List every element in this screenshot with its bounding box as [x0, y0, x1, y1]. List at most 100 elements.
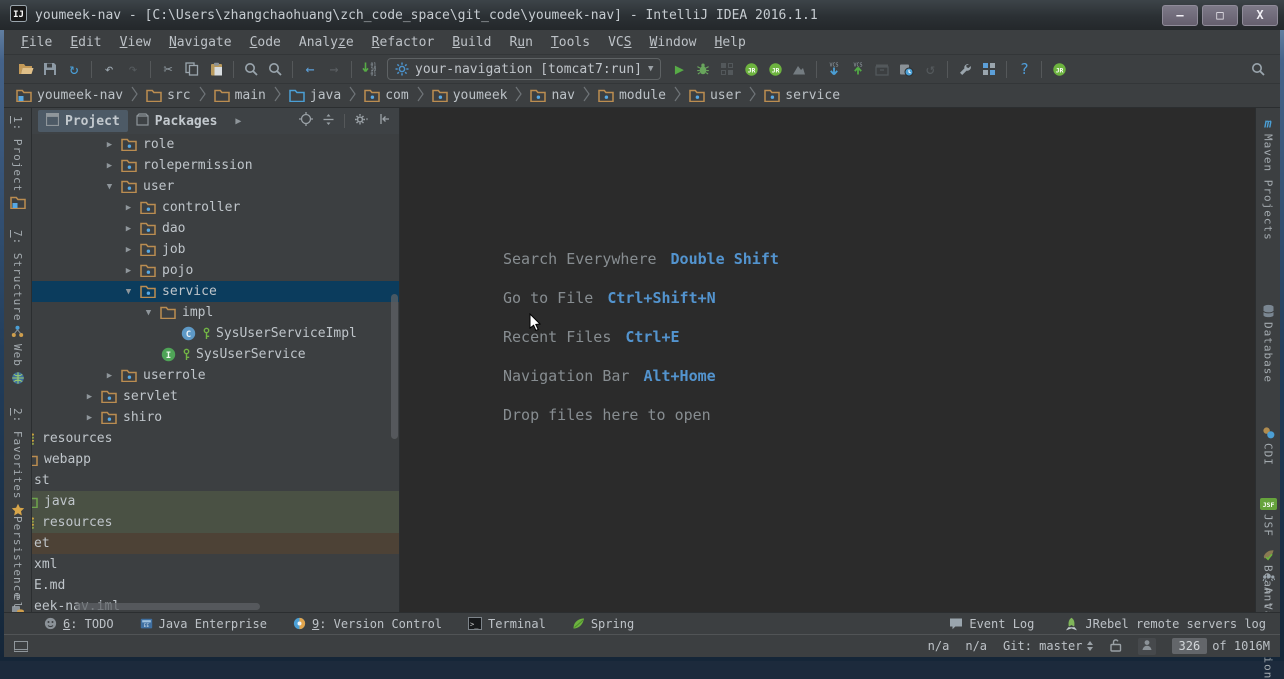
shelve-icon[interactable]: [870, 58, 894, 80]
menu-analyze[interactable]: Analyze: [290, 32, 363, 53]
menu-window[interactable]: Window: [641, 32, 706, 53]
tree-row-servlet[interactable]: ▶servlet: [32, 386, 399, 407]
cut-icon[interactable]: ✂: [156, 58, 180, 80]
tree-row-java[interactable]: java: [32, 491, 399, 512]
tree-row-shiro[interactable]: ▶shiro: [32, 407, 399, 428]
breadcrumb-main[interactable]: main: [212, 88, 268, 103]
tree-row-controller[interactable]: ▶controller: [32, 197, 399, 218]
back-icon[interactable]: ←: [298, 58, 322, 80]
tree-row-service[interactable]: ▼service: [32, 281, 399, 302]
replace-icon[interactable]: [263, 58, 287, 80]
collapse-all-icon[interactable]: [322, 113, 335, 130]
recent-changes-icon[interactable]: [894, 58, 918, 80]
synchronize-icon[interactable]: ↻: [62, 58, 86, 80]
rollback-icon[interactable]: ↺: [918, 58, 942, 80]
minimize-button[interactable]: –: [1162, 5, 1198, 26]
tree-row-SysUserService[interactable]: ISysUserService: [32, 344, 399, 365]
debug-icon[interactable]: [691, 58, 715, 80]
toolwindow-button-terminal[interactable]: >_Terminal: [468, 617, 546, 631]
paste-icon[interactable]: [204, 58, 228, 80]
tab-packages[interactable]: Packages: [128, 110, 226, 132]
expand-arrow-icon[interactable]: ▶: [104, 371, 115, 381]
toolwindow-button-java-enterprise[interactable]: EEJava Enterprise: [140, 617, 267, 631]
project-structure-icon[interactable]: [977, 58, 1001, 80]
memory-indicator[interactable]: 326 of 1016M: [1172, 638, 1270, 654]
breadcrumb-nav[interactable]: nav: [528, 88, 576, 103]
tree-horizontal-scrollbar[interactable]: [75, 603, 260, 610]
run-config-selector[interactable]: your-navigation [tomcat7:run]▼: [387, 58, 661, 80]
git-branch-widget[interactable]: Git: master: [1003, 639, 1093, 653]
tool-stripe-cdi[interactable]: CDI: [1256, 426, 1280, 466]
search-everywhere-icon[interactable]: [1246, 58, 1270, 80]
save-all-icon[interactable]: [38, 58, 62, 80]
expand-arrow-icon[interactable]: ▶: [84, 413, 95, 423]
expand-arrow-icon[interactable]: ▶: [123, 203, 134, 213]
menu-run[interactable]: Run: [500, 32, 541, 53]
tree-row-impl[interactable]: ▼impl: [32, 302, 399, 323]
tree-row-userrole[interactable]: ▶userrole: [32, 365, 399, 386]
toolwindow-button-jrebel-remote-servers-log[interactable]: JRebel remote servers log: [1064, 617, 1266, 631]
tool-stripe-el[interactable]: el: [4, 594, 31, 609]
breadcrumb-src[interactable]: src: [144, 88, 192, 103]
settings-wrench-icon[interactable]: [953, 58, 977, 80]
jrebel-sync-icon[interactable]: JR: [1047, 58, 1071, 80]
open-icon[interactable]: [14, 58, 38, 80]
vcs-update-icon[interactable]: VCS: [822, 58, 846, 80]
menu-code[interactable]: Code: [241, 32, 290, 53]
expand-arrow-icon[interactable]: ▶: [104, 140, 115, 150]
tool-stripe-web[interactable]: Web: [4, 344, 31, 385]
tree-row-resources[interactable]: resources: [32, 428, 399, 449]
menu-navigate[interactable]: Navigate: [160, 32, 241, 53]
toolwindow-button-spring[interactable]: Spring: [572, 617, 634, 631]
tree-row-SysUserServiceImpl[interactable]: CSysUserServiceImpl: [32, 323, 399, 344]
collapse-arrow-icon[interactable]: ▼: [143, 308, 154, 318]
find-icon[interactable]: [239, 58, 263, 80]
profiler-icon[interactable]: [787, 58, 811, 80]
tool-stripe-jsf[interactable]: JSFJSF: [1256, 498, 1280, 537]
tree-row-E.md[interactable]: E.md: [32, 575, 399, 596]
menu-build[interactable]: Build: [443, 32, 500, 53]
lock-open-icon[interactable]: [1110, 638, 1122, 655]
collapse-arrow-icon[interactable]: ▼: [123, 287, 134, 297]
gear-icon[interactable]: [354, 113, 370, 130]
tool-stripe-database[interactable]: Database: [1256, 304, 1280, 383]
toolwindow-button-6-todo[interactable]: 6: TODO: [44, 617, 114, 631]
breadcrumb-java[interactable]: java: [287, 88, 343, 103]
locate-icon[interactable]: [299, 112, 313, 130]
tool-stripe-ant[interactable]: Ant: [1256, 570, 1280, 610]
tool-stripe-maven-projects[interactable]: mMaven Projects: [1256, 116, 1280, 241]
tab-project[interactable]: Project: [38, 110, 128, 132]
tree-row-et[interactable]: et: [32, 533, 399, 554]
coverage-icon[interactable]: [715, 58, 739, 80]
expand-arrow-icon[interactable]: ▶: [104, 161, 115, 171]
tree-row-rolepermission[interactable]: ▶rolepermission: [32, 155, 399, 176]
breadcrumb-service[interactable]: service: [762, 88, 842, 103]
menu-edit[interactable]: Edit: [61, 32, 110, 53]
tool-stripe-7-structure[interactable]: 7: Structure: [4, 230, 31, 338]
hector-icon[interactable]: [1138, 638, 1156, 655]
more-tabs-icon[interactable]: ▶: [235, 116, 241, 127]
menu-file[interactable]: File: [12, 32, 61, 53]
help-icon[interactable]: ?: [1012, 58, 1036, 80]
undo-icon[interactable]: ↶: [97, 58, 121, 80]
hide-panel-icon[interactable]: [379, 113, 391, 129]
toolwindow-button-event-log[interactable]: Event Log: [949, 617, 1034, 631]
expand-arrow-icon[interactable]: ▶: [123, 266, 134, 276]
forward-icon[interactable]: →: [322, 58, 346, 80]
breadcrumb-module[interactable]: module: [596, 88, 668, 103]
tree-row-xml[interactable]: xml: [32, 554, 399, 575]
jrebel-run-icon[interactable]: JR: [739, 58, 763, 80]
tree-vertical-scrollbar[interactable]: [391, 294, 398, 439]
expand-arrow-icon[interactable]: ▶: [84, 392, 95, 402]
tree-row-user[interactable]: ▼user: [32, 176, 399, 197]
collapse-arrow-icon[interactable]: ▼: [104, 182, 115, 192]
tree-row-pojo[interactable]: ▶pojo: [32, 260, 399, 281]
binary-download-icon[interactable]: 011001: [357, 58, 381, 80]
tree-row-role[interactable]: ▶role: [32, 134, 399, 155]
jrebel-debug-icon[interactable]: JR: [763, 58, 787, 80]
copy-icon[interactable]: [180, 58, 204, 80]
toolwindow-toggle-icon[interactable]: [14, 641, 28, 652]
close-button[interactable]: X: [1242, 5, 1278, 26]
tree-row-resources[interactable]: resources: [32, 512, 399, 533]
menu-view[interactable]: View: [111, 32, 160, 53]
